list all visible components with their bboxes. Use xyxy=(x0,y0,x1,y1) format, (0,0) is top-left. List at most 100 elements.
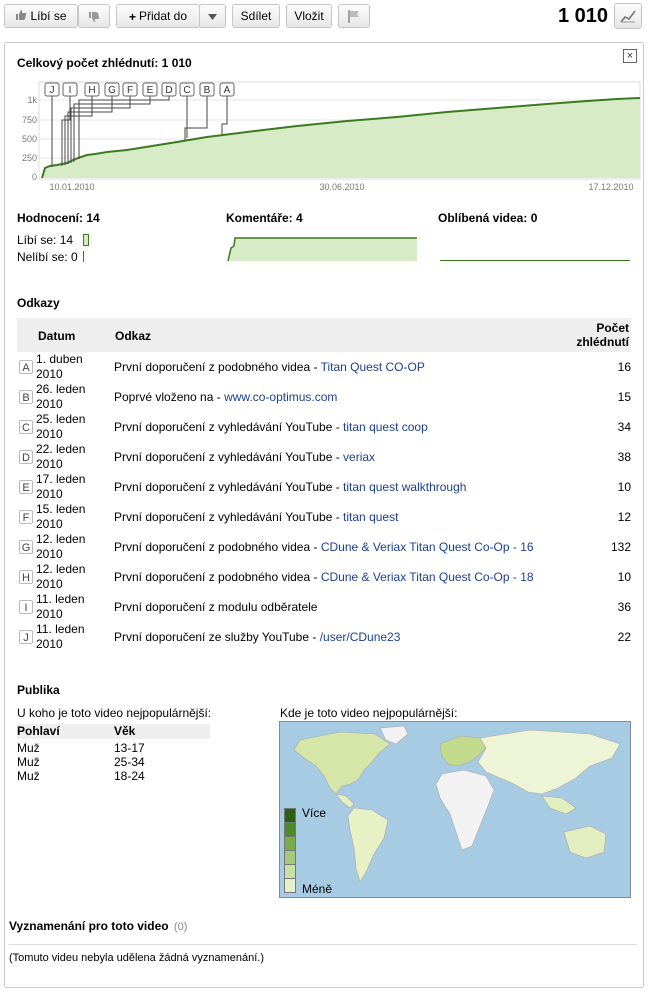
row-date: 1. duben 2010 xyxy=(36,352,106,382)
row-date-line-1: 11. leden xyxy=(36,592,85,606)
dislike-button[interactable] xyxy=(78,4,110,28)
legend-swatch xyxy=(284,823,296,837)
marker-flag-a[interactable]: A xyxy=(219,82,235,97)
row-source-link[interactable]: CDune & Veriax Titan Quest Co-Op - 18 xyxy=(321,570,534,584)
ratings-label: Hodnocení: 14 xyxy=(17,211,100,225)
marker-flag-f[interactable]: F xyxy=(122,82,138,97)
africa xyxy=(435,769,495,851)
demographics-table-header: Pohlaví Věk xyxy=(17,724,210,739)
x-tick: 17.12.2010 xyxy=(588,182,633,192)
row-view-count: 36 xyxy=(617,600,631,614)
table-row: C 25. leden 2010 První doporučení z vyhledá… xyxy=(17,412,631,442)
demographics-row: Muž 18-24 xyxy=(17,769,210,783)
stats-toggle-button[interactable] xyxy=(614,3,642,29)
row-date-line-2: 2010 xyxy=(36,457,63,471)
marker-flag-g[interactable]: G xyxy=(104,82,120,97)
favorites-sparkline xyxy=(440,260,630,261)
y-tick: 750 xyxy=(22,115,37,125)
embed-button[interactable]: Vložit xyxy=(286,4,332,28)
referrers-title: Odkazy xyxy=(17,296,60,310)
like-label: Líbí se xyxy=(30,9,67,23)
row-source: První doporučení ze služby YouTube - /us… xyxy=(114,630,400,644)
row-marker: A xyxy=(19,360,33,374)
dislikes-count: Nelíbí se: 0 xyxy=(17,250,78,264)
row-source-link[interactable]: titan quest xyxy=(343,510,398,524)
table-row: A 1. duben 2010 První doporučení z podobnéh… xyxy=(17,352,631,382)
row-date-line-2: 2010 xyxy=(36,367,63,381)
row-date-line-1: 11. leden xyxy=(36,622,85,636)
row-source: První doporučení z vyhledávání YouTube -… xyxy=(114,420,428,434)
col-count-line-1: Počet xyxy=(596,321,629,335)
demo-age: 18-24 xyxy=(114,769,145,783)
row-date-line-2: 2010 xyxy=(36,547,63,561)
row-source-link[interactable]: www.co-optimus.com xyxy=(224,390,337,404)
row-source: První doporučení z vyhledávání YouTube -… xyxy=(114,450,375,464)
marker-flag-h[interactable]: H xyxy=(84,82,100,97)
table-row: H 12. leden 2010 První doporučení z podobné… xyxy=(17,562,631,592)
row-source-text: První doporučení z vyhledávání YouTube - xyxy=(114,510,344,524)
marker-flag-label: F xyxy=(127,85,133,96)
marker-flag-label: A xyxy=(224,85,231,96)
row-date: 25. leden 2010 xyxy=(36,412,106,442)
row-source-link[interactable]: titan quest coop xyxy=(343,420,428,434)
south-america xyxy=(347,807,389,883)
chevron-down-icon xyxy=(208,9,217,23)
table-row: I 11. leden 2010 První doporučení z modulu … xyxy=(17,592,631,622)
demo-age: 13-17 xyxy=(114,741,145,755)
views-chart: 1k 750 500 250 0 10.01.2010 30.06.2010 1… xyxy=(22,81,641,192)
row-source-text: První doporučení z podobného videa - xyxy=(114,360,321,374)
row-source-link[interactable]: /user/CDune23 xyxy=(320,630,401,644)
demo-gender: Muž xyxy=(17,741,40,755)
row-date: 15. leden 2010 xyxy=(36,502,106,532)
row-view-count: 12 xyxy=(617,510,631,524)
likes-bar xyxy=(83,234,89,246)
demographics-row: Muž 13-17 xyxy=(17,741,210,755)
row-source: Poprvé vloženo na - www.co-optimus.com xyxy=(114,390,337,404)
row-marker: H xyxy=(19,570,33,584)
row-marker: F xyxy=(19,510,33,524)
row-source-link[interactable]: Titan Quest CO-OP xyxy=(321,360,425,374)
honors-heading: Vyznamenání pro toto video (0) xyxy=(9,919,187,933)
row-source-link[interactable]: veriax xyxy=(343,450,375,464)
close-icon[interactable]: × xyxy=(623,49,637,63)
row-source-link[interactable]: CDune & Veriax Titan Quest Co-Op - 16 xyxy=(321,540,534,554)
row-date-line-2: 2010 xyxy=(36,487,63,501)
add-to-button[interactable]: + Přidat do xyxy=(116,4,200,28)
marker-flag-e[interactable]: E xyxy=(142,82,158,97)
y-axis-ticks: 1k 750 500 250 0 xyxy=(22,95,38,182)
row-view-count: 10 xyxy=(617,570,631,584)
thumbs-up-icon xyxy=(15,6,27,28)
legend-swatch xyxy=(284,865,296,879)
row-source: První doporučení z modulu odběratele xyxy=(114,600,317,614)
marker-flag-c[interactable]: C xyxy=(179,82,195,97)
col-count: Počet zhlédnutí xyxy=(576,321,629,349)
comments-label: Komentáře: 4 xyxy=(226,211,303,225)
table-row: G 12. leden 2010 První doporučení z podobné… xyxy=(17,532,631,562)
demo-age: 25-34 xyxy=(114,755,145,769)
row-source-link[interactable]: titan quest walkthrough xyxy=(343,480,466,494)
row-date: 12. leden 2010 xyxy=(36,532,106,562)
row-date-line-1: 22. leden xyxy=(36,442,86,456)
referrers-table-header: Datum Odkaz Počet zhlédnutí xyxy=(17,318,631,352)
table-row: E 17. leden 2010 První doporučení z vyhledá… xyxy=(17,472,631,502)
flag-icon xyxy=(348,9,360,24)
add-to-dropdown-button[interactable] xyxy=(199,4,226,28)
row-source-text: První doporučení z podobného videa - xyxy=(114,570,321,584)
marker-flag-i[interactable]: I xyxy=(62,82,78,97)
row-view-count: 132 xyxy=(610,540,631,554)
row-date: 17. leden 2010 xyxy=(36,472,106,502)
row-marker: C xyxy=(19,420,33,434)
marker-flag-d[interactable]: D xyxy=(161,82,177,97)
marker-flag-j[interactable]: J xyxy=(44,82,60,97)
row-marker: G xyxy=(19,540,33,554)
marker-flag-b[interactable]: B xyxy=(199,82,215,97)
southeast-asia xyxy=(541,795,577,815)
row-date-line-1: 25. leden xyxy=(36,412,86,426)
flag-button[interactable] xyxy=(338,4,370,28)
marker-flag-label: G xyxy=(108,85,116,96)
row-view-count: 15 xyxy=(617,390,631,404)
row-marker: J xyxy=(19,630,33,644)
share-button[interactable]: Sdílet xyxy=(232,4,280,28)
map-legend xyxy=(284,808,296,893)
like-button[interactable]: Líbí se xyxy=(4,4,78,28)
